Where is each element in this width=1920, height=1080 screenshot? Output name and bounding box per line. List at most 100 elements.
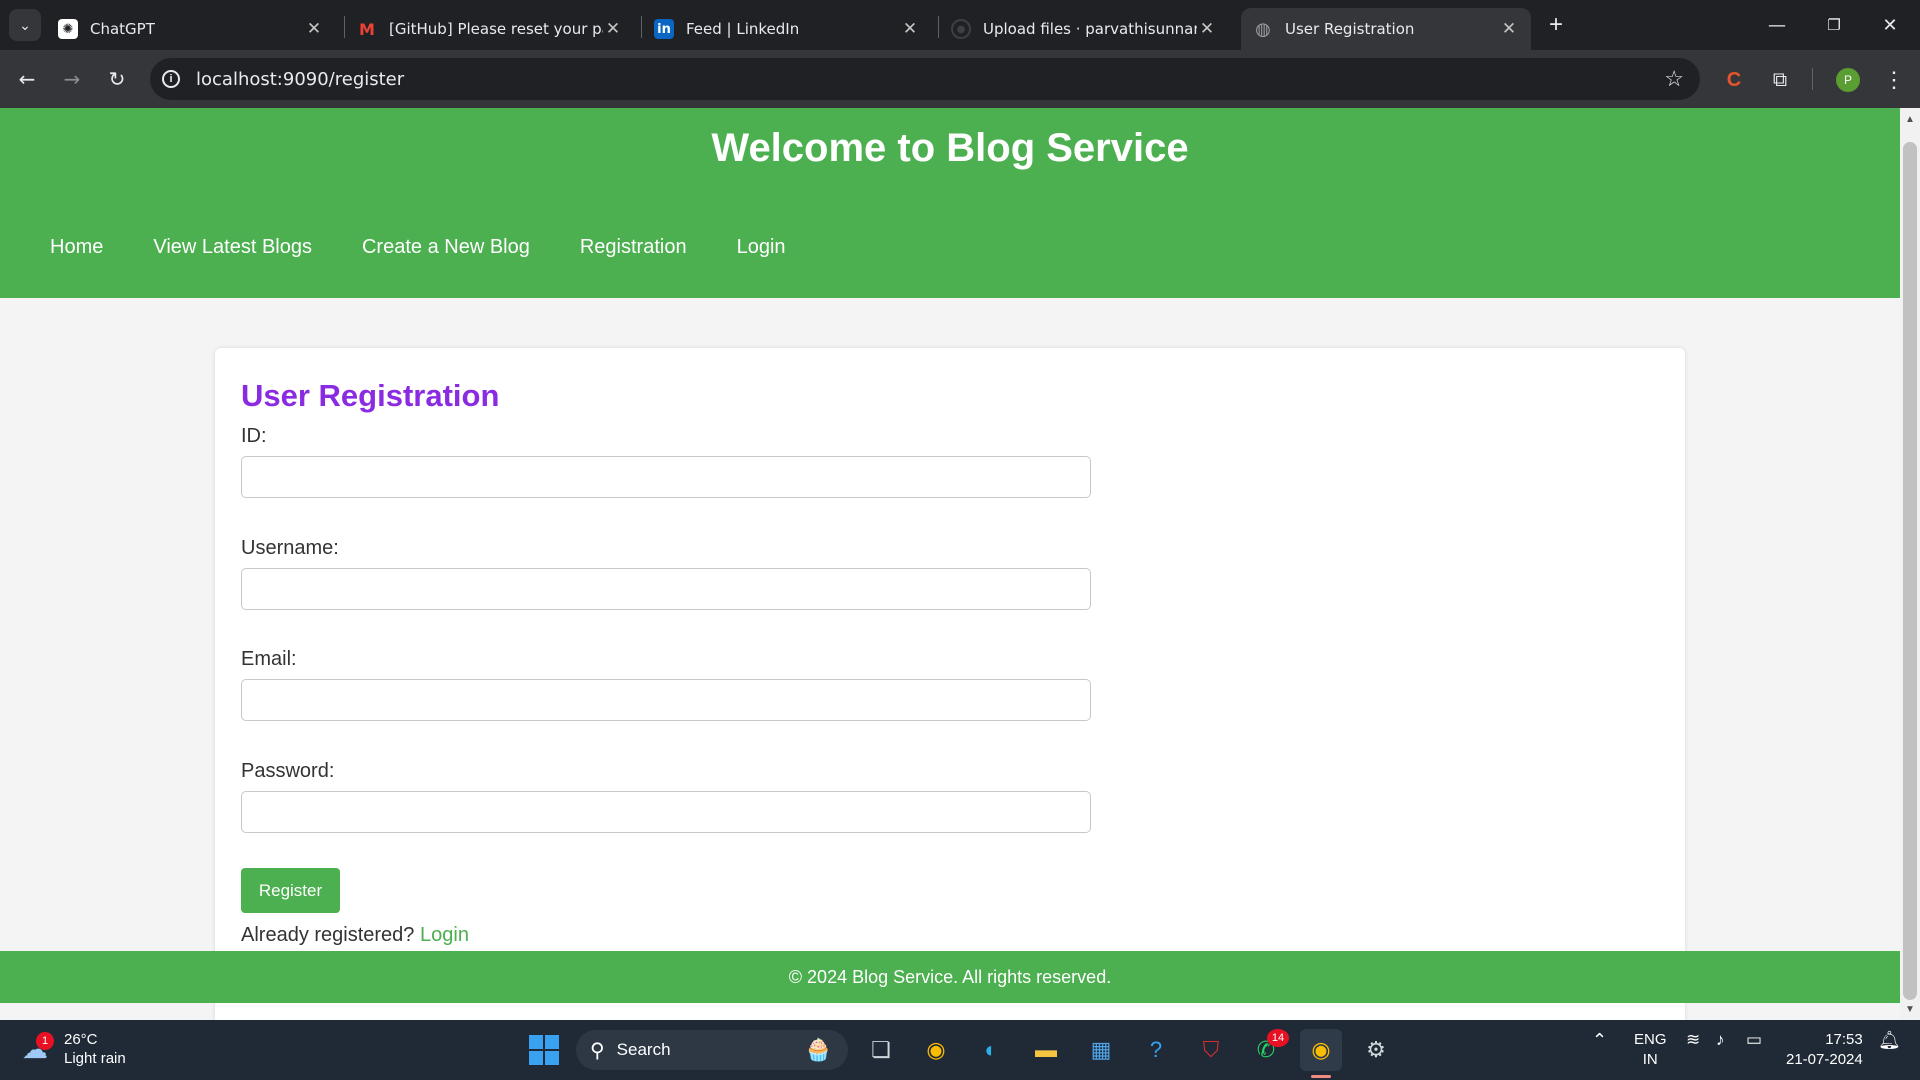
site-header: Welcome to Blog Service Home View Latest… — [0, 108, 1900, 298]
language-indicator[interactable]: ENG IN — [1634, 1030, 1667, 1070]
site-nav: Home View Latest Blogs Create a New Blog… — [50, 236, 836, 259]
username-input[interactable] — [241, 568, 1091, 610]
clock[interactable]: 17:53 21-07-2024 — [1786, 1030, 1863, 1070]
site-info-icon[interactable]: i — [150, 70, 192, 88]
close-icon[interactable]: ✕ — [1499, 19, 1519, 39]
gmail-icon: M — [359, 19, 375, 39]
toolbar-divider — [1812, 68, 1813, 90]
rain-cloud-icon: ☁ 1 — [22, 1032, 56, 1064]
microsoft-store-icon[interactable]: ▦ — [1080, 1029, 1122, 1071]
linkedin-icon: in — [654, 19, 674, 39]
language-code: ENG — [1634, 1031, 1667, 1048]
globe-icon: ◍ — [1255, 18, 1271, 40]
login-link[interactable]: Login — [420, 924, 469, 946]
nav-home-link[interactable]: Home — [50, 236, 103, 259]
tab-search-button[interactable]: ⌄ — [9, 9, 41, 41]
scroll-down-arrow-icon[interactable]: ▼ — [1900, 1000, 1920, 1018]
tab-bar: ⌄ ✺ ChatGPT ✕ M [GitHub] Please reset yo… — [0, 0, 1920, 50]
tab-gmail[interactable]: M [GitHub] Please reset your pass ✕ — [345, 8, 635, 50]
close-icon[interactable]: ✕ — [1197, 19, 1217, 39]
password-label: Password: — [241, 760, 335, 782]
close-icon[interactable]: ✕ — [304, 19, 324, 39]
tab-chatgpt[interactable]: ✺ ChatGPT ✕ — [46, 8, 336, 50]
volume-icon[interactable]: ♪ — [1716, 1030, 1725, 1050]
wifi-icon[interactable]: ≋ — [1686, 1030, 1700, 1050]
already-registered-label: Already registered? — [241, 924, 415, 946]
taskbar-search-label: Search — [616, 1040, 671, 1059]
close-icon[interactable]: ✕ — [603, 19, 623, 39]
reload-button[interactable]: ↻ — [102, 64, 132, 94]
id-input[interactable] — [241, 456, 1091, 498]
clock-date: 21-07-2024 — [1786, 1051, 1863, 1068]
page-viewport: Welcome to Blog Service Home View Latest… — [0, 108, 1900, 1020]
weather-text: 26°C Light rain — [64, 1030, 126, 1068]
weather-temp: 26°C — [64, 1031, 98, 1048]
settings-gear-icon[interactable]: ⚙ — [1355, 1029, 1397, 1071]
form-title: User Registration — [241, 378, 500, 413]
site-footer: © 2024 Blog Service. All rights reserved… — [0, 951, 1900, 1003]
notification-bell-icon[interactable]: 🔔︎ — [1878, 1030, 1901, 1050]
restore-button[interactable]: ❐ — [1809, 8, 1859, 42]
task-view-icon[interactable]: ❏ — [860, 1029, 902, 1071]
whatsapp-badge: 14 — [1267, 1029, 1289, 1047]
active-app-indicator — [1311, 1075, 1331, 1078]
start-button[interactable] — [523, 1029, 565, 1071]
whatsapp-icon[interactable]: ✆ 14 — [1245, 1029, 1289, 1071]
github-icon: ● — [951, 19, 971, 39]
help-icon[interactable]: ? — [1135, 1029, 1177, 1071]
extension-c-icon[interactable]: C — [1720, 66, 1748, 94]
profile-avatar[interactable]: P — [1836, 68, 1860, 92]
minimize-button[interactable]: — — [1752, 8, 1802, 42]
scroll-up-arrow-icon[interactable]: ▲ — [1900, 110, 1920, 128]
edge-icon[interactable]: ◐ — [970, 1029, 1012, 1071]
nav-registration-link[interactable]: Registration — [580, 236, 687, 259]
mcafee-icon[interactable]: ⛉ — [1190, 1029, 1232, 1071]
browser-toolbar: ← → ↻ i localhost:9090/register ☆ C ⧉ ⋮ — [0, 50, 1920, 108]
already-registered-text: Already registered? Login — [241, 924, 469, 947]
tab-title: ChatGPT — [90, 20, 155, 38]
file-explorer-icon[interactable]: ▬ — [1025, 1029, 1067, 1071]
weather-desc: Light rain — [64, 1050, 126, 1067]
page-scrollbar[interactable]: ▲ ▼ — [1900, 108, 1920, 1020]
id-label: ID: — [241, 425, 267, 447]
url-text[interactable]: localhost:9090/register — [196, 69, 404, 90]
nav-view-latest-blogs-link[interactable]: View Latest Blogs — [153, 236, 312, 259]
tab-title: [GitHub] Please reset your pass — [389, 20, 603, 38]
chrome-icon[interactable]: ◉ — [915, 1029, 957, 1071]
tab-title: User Registration — [1285, 20, 1415, 38]
site-title: Welcome to Blog Service — [711, 126, 1189, 170]
registration-card: User Registration ID: Username: Email: P… — [215, 348, 1685, 1020]
nav-login-link[interactable]: Login — [737, 236, 786, 259]
close-icon[interactable]: ✕ — [900, 19, 920, 39]
close-window-button[interactable]: ✕ — [1865, 8, 1915, 42]
search-icon: ⚲ — [590, 1039, 605, 1062]
forward-button[interactable]: → — [57, 64, 87, 94]
weather-widget[interactable]: ☁ 1 26°C Light rain — [22, 1030, 126, 1068]
windows-taskbar: ☁ 1 26°C Light rain ⚲ Search 🧁 ❏ ◉ ◐ ▬ ▦… — [0, 1020, 1920, 1080]
chevron-up-icon[interactable]: ⌃ — [1592, 1030, 1607, 1050]
tab-github[interactable]: ● Upload files · parvathisunnam/J ✕ — [939, 8, 1229, 50]
extensions-puzzle-icon[interactable]: ⧉ — [1766, 66, 1794, 94]
password-input[interactable] — [241, 791, 1091, 833]
back-button[interactable]: ← — [12, 64, 42, 94]
register-button[interactable]: Register — [241, 868, 340, 913]
email-input[interactable] — [241, 679, 1091, 721]
taskbar-search[interactable]: ⚲ Search 🧁 — [576, 1030, 848, 1070]
weather-badge: 1 — [36, 1032, 54, 1050]
chrome-active-icon[interactable]: ◉ — [1300, 1029, 1342, 1071]
tab-title: Feed | LinkedIn — [686, 20, 800, 38]
region-code: IN — [1642, 1051, 1658, 1068]
new-tab-button[interactable]: + — [1541, 10, 1571, 40]
tab-title: Upload files · parvathisunnam/J — [983, 20, 1197, 38]
scroll-thumb[interactable] — [1903, 142, 1917, 1000]
search-highlight-icon: 🧁 — [804, 1037, 832, 1062]
nav-create-blog-link[interactable]: Create a New Blog — [362, 236, 530, 259]
address-bar[interactable]: i localhost:9090/register ☆ — [150, 58, 1700, 100]
battery-icon[interactable]: ▭ — [1746, 1030, 1762, 1050]
tab-linkedin[interactable]: in Feed | LinkedIn ✕ — [642, 8, 932, 50]
menu-kebab-icon[interactable]: ⋮ — [1880, 66, 1908, 94]
clock-time: 17:53 — [1825, 1031, 1863, 1048]
bookmark-star-icon[interactable]: ☆ — [1664, 66, 1684, 92]
windows-logo-icon — [529, 1035, 559, 1065]
tab-user-registration[interactable]: ◍ User Registration ✕ — [1241, 8, 1531, 50]
